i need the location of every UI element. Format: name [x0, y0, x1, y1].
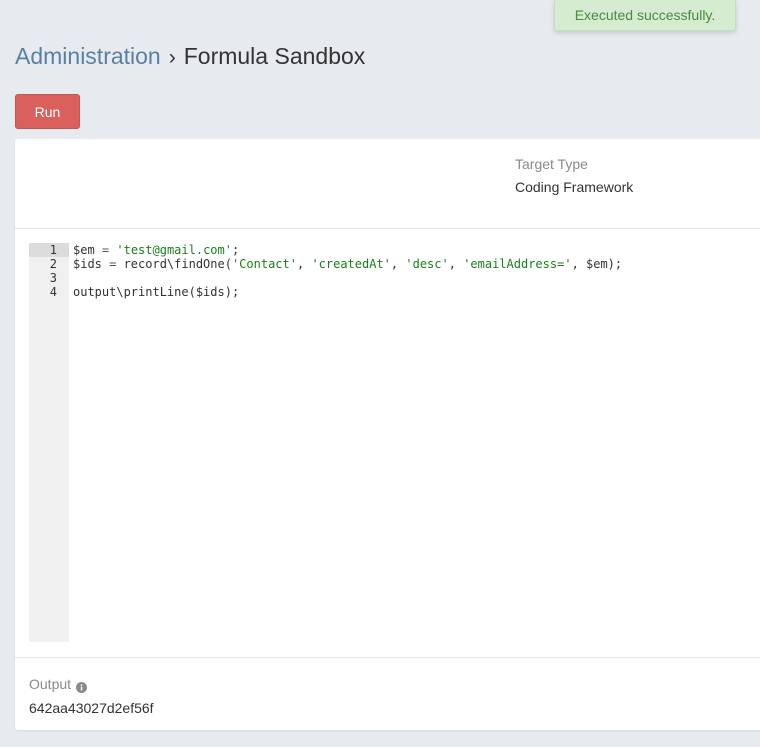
line-number: 2	[49, 257, 57, 271]
code-line[interactable]: $ids = record\findOne('Contact', 'create…	[73, 257, 760, 271]
page-title: Formula Sandbox	[183, 43, 366, 69]
string-literal: 'emailAddress='	[463, 257, 572, 271]
target-type-value[interactable]: Coding Framework	[515, 178, 633, 196]
code-editor[interactable]: 1234 $em = 'test@gmail.com'; $ids = recor…	[29, 243, 760, 642]
code-token: ,	[296, 257, 312, 271]
string-literal: 'Contact'	[231, 257, 297, 271]
code-token: $em	[73, 243, 102, 257]
code-token: record\findOne(	[116, 257, 232, 271]
output-label-text: Output	[29, 676, 72, 692]
editor-gutter: 1234	[29, 243, 69, 642]
breadcrumb-link-administration[interactable]: Administration	[15, 43, 161, 69]
string-literal: 'desc'	[405, 257, 449, 271]
divider-bottom	[15, 657, 760, 658]
code-token: ;	[231, 243, 240, 257]
target-type-label: Target Type	[515, 156, 588, 172]
line-number: 1	[29, 243, 69, 257]
breadcrumb-separator: ›	[168, 46, 176, 69]
editor-content[interactable]: $em = 'test@gmail.com'; $ids = record\fin…	[73, 243, 760, 299]
run-button[interactable]: Run	[15, 94, 80, 129]
info-circle-icon[interactable]	[76, 679, 88, 693]
output-value: 642aa43027d2ef56f	[29, 700, 154, 716]
sandbox-panel: Target Type Coding Framework 1234 $em = …	[15, 139, 760, 730]
code-token: output\printLine($ids);	[73, 285, 240, 299]
code-line[interactable]	[73, 271, 760, 285]
string-literal: 'test@gmail.com'	[116, 243, 232, 257]
line-number: 4	[49, 285, 57, 299]
output-label: Output	[29, 675, 154, 693]
code-token: ,	[390, 257, 406, 271]
code-token: , $em);	[571, 257, 623, 271]
divider-top	[15, 228, 760, 229]
target-type-field: Target Type Coding Framework	[515, 155, 633, 196]
success-toast: Executed successfully.	[554, 0, 736, 31]
breadcrumb: Administration › Formula Sandbox	[15, 42, 365, 72]
code-token: ,	[448, 257, 464, 271]
code-token: $ids	[73, 257, 110, 271]
line-number: 3	[49, 271, 57, 285]
code-line[interactable]: output\printLine($ids);	[73, 285, 760, 299]
string-literal: 'createdAt'	[311, 257, 391, 271]
output-section: Output 642aa43027d2ef56f	[29, 675, 154, 717]
code-line[interactable]: $em = 'test@gmail.com';	[73, 243, 760, 257]
